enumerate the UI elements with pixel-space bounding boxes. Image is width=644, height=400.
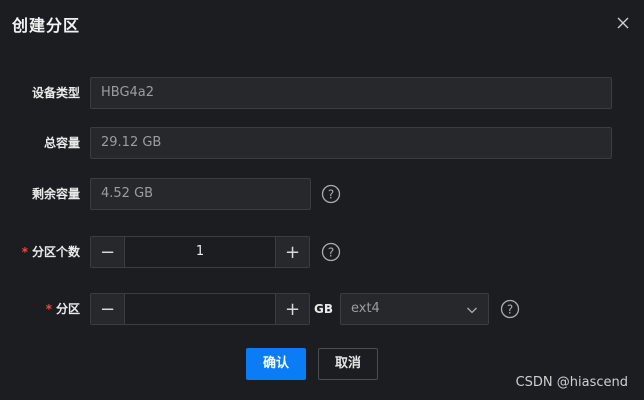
remaining-capacity-field[interactable]: 4.52 GB [90,178,311,210]
partition-count-input[interactable]: 1 [124,237,276,267]
svg-text:?: ? [507,302,513,316]
required-mark: * [21,245,28,259]
partition-label-text: 分区 [55,302,80,316]
partition-unit-label: GB [314,302,333,316]
svg-text:?: ? [328,245,334,259]
filesystem-select[interactable]: ext4 [340,293,489,325]
partition-label-wrap: * 分区 [0,293,80,325]
help-icon[interactable]: ? [500,299,520,319]
dialog-title: 创建分区 [12,16,81,35]
partition-size-decrement-button[interactable]: − [91,294,124,324]
filesystem-selected-value: ext4 [351,301,380,316]
partition-count-increment-button[interactable]: + [276,237,309,267]
help-icon[interactable]: ? [321,184,341,204]
partition-size-stepper: − + [90,293,310,325]
device-type-label: 设备类型 [31,86,80,100]
close-icon [617,17,629,29]
device-type-field[interactable]: HBG4a2 [90,77,612,109]
help-icon[interactable]: ? [321,242,341,262]
watermark: CSDN @hiascend [515,375,628,390]
total-capacity-label: 总容量 [43,136,80,150]
chevron-down-icon [467,307,477,314]
partition-size-increment-button[interactable]: + [276,294,309,324]
remaining-capacity-label-wrap: 剩余容量 [0,178,80,210]
total-capacity-label-wrap: 总容量 [0,127,80,159]
partition-count-decrement-button[interactable]: − [91,237,124,267]
required-mark: * [45,302,52,316]
partition-size-input[interactable] [124,294,276,324]
remaining-capacity-label: 剩余容量 [31,187,80,201]
create-partition-dialog: 创建分区 设备类型 HBG4a2 总容量 29.12 GB 剩余容量 4.52 … [0,0,644,400]
partition-count-label-wrap: * 分区个数 [0,236,80,268]
close-button[interactable] [612,12,634,34]
partition-count-label-text: 分区个数 [31,245,80,259]
svg-text:?: ? [328,187,334,201]
cancel-button[interactable]: 取消 [318,348,378,380]
device-type-label-wrap: 设备类型 [0,77,80,109]
partition-count-label: * 分区个数 [0,236,80,268]
partition-count-stepper: − 1 + [90,236,310,268]
confirm-button[interactable]: 确认 [246,348,306,380]
total-capacity-field[interactable]: 29.12 GB [90,127,612,159]
partition-label: * 分区 [0,293,80,325]
